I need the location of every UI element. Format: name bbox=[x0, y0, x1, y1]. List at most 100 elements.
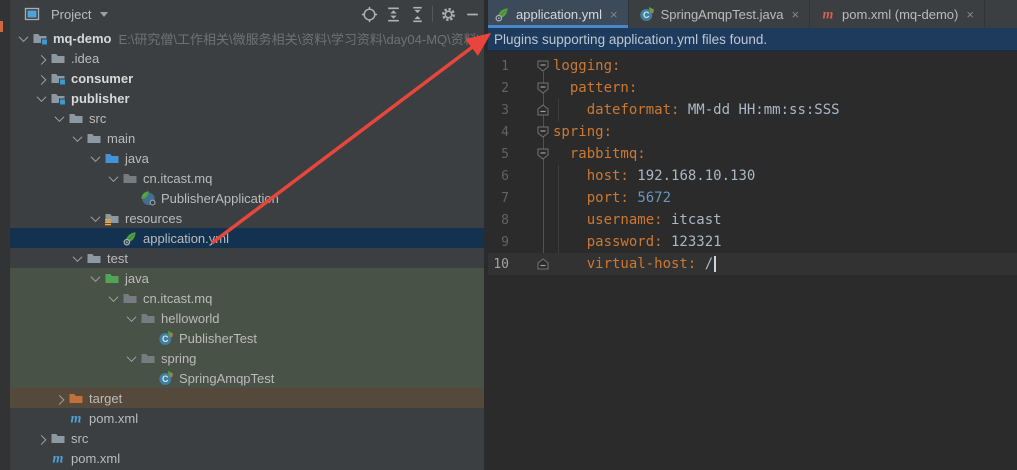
tree-row-src[interactable]: src bbox=[10, 108, 484, 128]
fold-marker-icon[interactable] bbox=[537, 148, 549, 160]
code-line-2[interactable]: 2 pattern: bbox=[484, 77, 1017, 99]
editor-area: application.yml × C SpringAmqpTest.java × m po… bbox=[484, 0, 1017, 470]
code-line-4[interactable]: 4 spring: bbox=[484, 121, 1017, 143]
tree-row-helloworld[interactable]: helloworld bbox=[10, 308, 484, 328]
code-text: host: 192.168.10.130 bbox=[586, 168, 756, 184]
editor-tab-application.yml[interactable]: application.yml × bbox=[484, 0, 629, 28]
tree-row-springamqptest[interactable]: C SpringAmqpTest bbox=[10, 368, 484, 388]
tree-item-label: pom.xml bbox=[89, 410, 139, 426]
code-line-10[interactable]: 10 virtual-host: / bbox=[484, 253, 1017, 275]
fold-marker-icon[interactable] bbox=[537, 126, 549, 138]
code-line-8[interactable]: 8 username: itcast bbox=[484, 209, 1017, 231]
close-tab-icon[interactable]: × bbox=[791, 8, 799, 21]
code-text: dateformat: MM-dd HH:mm:ss:SSS bbox=[586, 102, 840, 118]
tree-item-label: .idea bbox=[71, 50, 100, 66]
tree-row-cn.itcast.mq[interactable]: cn.itcast.mq bbox=[10, 168, 484, 188]
collapse-all-button[interactable] bbox=[405, 2, 429, 26]
tree-row-publisher[interactable]: publisher bbox=[10, 88, 484, 108]
tree-row-target[interactable]: target bbox=[10, 388, 484, 408]
chevron-down-icon[interactable] bbox=[100, 11, 109, 17]
chevron-expanded-icon[interactable] bbox=[32, 89, 50, 107]
code-text: username: itcast bbox=[586, 212, 722, 228]
tree-row-mq-demo[interactable]: mq-demo E:\研究僧\工作相关\微服务相关\资料\学习资料\day04-M… bbox=[10, 28, 484, 48]
chevron-collapsed-icon[interactable] bbox=[32, 429, 50, 447]
chevron-expanded-icon[interactable] bbox=[104, 289, 122, 307]
tree-item-label: cn.itcast.mq bbox=[143, 170, 213, 186]
locate-file-button[interactable] bbox=[357, 2, 381, 26]
code-line-1[interactable]: 1 logging: bbox=[484, 55, 1017, 77]
chevron-expanded-icon[interactable] bbox=[50, 109, 68, 127]
chevron-expanded-icon[interactable] bbox=[86, 209, 104, 227]
fold-marker-icon[interactable] bbox=[537, 104, 549, 116]
fold-marker-icon[interactable] bbox=[537, 82, 549, 94]
editor-tab-pom.xml--mq-demo-[interactable]: m pom.xml (mq-demo) × bbox=[810, 0, 985, 28]
tree-item-label: spring bbox=[161, 350, 197, 366]
chevron-collapsed-icon[interactable] bbox=[32, 69, 50, 87]
chevron-expanded-icon[interactable] bbox=[14, 29, 32, 47]
text-cursor bbox=[714, 256, 716, 272]
tree-row-main[interactable]: main bbox=[10, 128, 484, 148]
code-line-5[interactable]: 5 rabbitmq: bbox=[484, 143, 1017, 165]
yaml-spring-icon bbox=[122, 230, 140, 246]
fold-marker-icon[interactable] bbox=[537, 258, 549, 270]
panel-splitter[interactable] bbox=[484, 0, 488, 470]
tree-row-src[interactable]: src bbox=[10, 428, 484, 448]
project-panel-title: Project bbox=[51, 6, 92, 22]
tree-row-spring[interactable]: spring bbox=[10, 348, 484, 368]
folder-icon bbox=[50, 50, 68, 66]
code-line-6[interactable]: 6 host: 192.168.10.130 bbox=[484, 165, 1017, 187]
tree-item-label: mq-demo bbox=[53, 30, 112, 46]
code-line-9[interactable]: 9 password: 123321 bbox=[484, 231, 1017, 253]
chevron-expanded-icon[interactable] bbox=[86, 149, 104, 167]
tree-item-label: src bbox=[89, 110, 107, 126]
tree-item-label: main bbox=[107, 130, 136, 146]
fold-marker-icon[interactable] bbox=[537, 60, 549, 72]
tree-row-cn.itcast.mq[interactable]: cn.itcast.mq bbox=[10, 288, 484, 308]
editor-tab-springamqptest.java[interactable]: C SpringAmqpTest.java × bbox=[629, 0, 811, 28]
chevron-expanded-icon[interactable] bbox=[104, 169, 122, 187]
tree-item-label: PublisherTest bbox=[179, 330, 258, 346]
code-line-7[interactable]: 7 port: 5672 bbox=[484, 187, 1017, 209]
folder-icon bbox=[50, 430, 68, 446]
chevron-collapsed-icon[interactable] bbox=[50, 389, 68, 407]
tree-row-java[interactable]: java bbox=[10, 148, 484, 168]
tree-row-consumer[interactable]: consumer bbox=[10, 68, 484, 88]
close-tab-icon[interactable]: × bbox=[610, 8, 618, 21]
expand-all-button[interactable] bbox=[381, 2, 405, 26]
chevron-collapsed-icon[interactable] bbox=[32, 49, 50, 67]
code-line-3[interactable]: 3 dateformat: MM-dd HH:mm:ss:SSS bbox=[484, 99, 1017, 121]
editor-tab-bar: application.yml × C SpringAmqpTest.java × m po… bbox=[484, 0, 1017, 28]
project-tool-window: Project mq-demo E:\研究僧\工作相关\微服务相关\资料\学习资料… bbox=[10, 0, 484, 470]
tree-row-resources[interactable]: resources bbox=[10, 208, 484, 228]
tree-row-application.yml[interactable]: application.yml bbox=[10, 228, 484, 248]
package-icon bbox=[122, 290, 140, 306]
hide-panel-button[interactable] bbox=[460, 2, 484, 26]
tree-row-pom.xml[interactable]: m pom.xml bbox=[10, 408, 484, 428]
annotation-arrow-fragment bbox=[0, 21, 3, 32]
chevron-expanded-icon[interactable] bbox=[122, 349, 140, 367]
tree-row-publishertest[interactable]: C PublisherTest bbox=[10, 328, 484, 348]
project-path-label: E:\研究僧\工作相关\微服务相关\资料\学习资料\day04-MQ\资料\mq bbox=[118, 31, 485, 47]
tab-label: pom.xml (mq-demo) bbox=[842, 6, 959, 22]
settings-gear-button[interactable] bbox=[436, 2, 460, 26]
fold-marker-spacer bbox=[537, 170, 549, 182]
module-folder-icon bbox=[32, 30, 50, 46]
close-tab-icon[interactable]: × bbox=[966, 8, 974, 21]
tree-row-pom.xml[interactable]: m pom.xml bbox=[10, 448, 484, 468]
test-class-icon: C bbox=[158, 330, 176, 346]
fold-marker-spacer bbox=[537, 192, 549, 204]
chevron-expanded-icon[interactable] bbox=[122, 309, 140, 327]
toolbar-divider bbox=[432, 6, 433, 22]
tree-row-publisherapplication[interactable]: PublisherApplication bbox=[10, 188, 484, 208]
tab-label: application.yml bbox=[516, 6, 602, 22]
chevron-expanded-icon[interactable] bbox=[86, 269, 104, 287]
tree-row-.idea[interactable]: .idea bbox=[10, 48, 484, 68]
tree-row-java[interactable]: java bbox=[10, 268, 484, 288]
chevron-expanded-icon[interactable] bbox=[68, 129, 86, 147]
code-editor[interactable]: 1 logging: 2 pattern: 3 dateformat: MM-dd H… bbox=[484, 51, 1017, 470]
tree-row-test[interactable]: test bbox=[10, 248, 484, 268]
tree-item-label: java bbox=[125, 270, 149, 286]
chevron-expanded-icon[interactable] bbox=[68, 249, 86, 267]
